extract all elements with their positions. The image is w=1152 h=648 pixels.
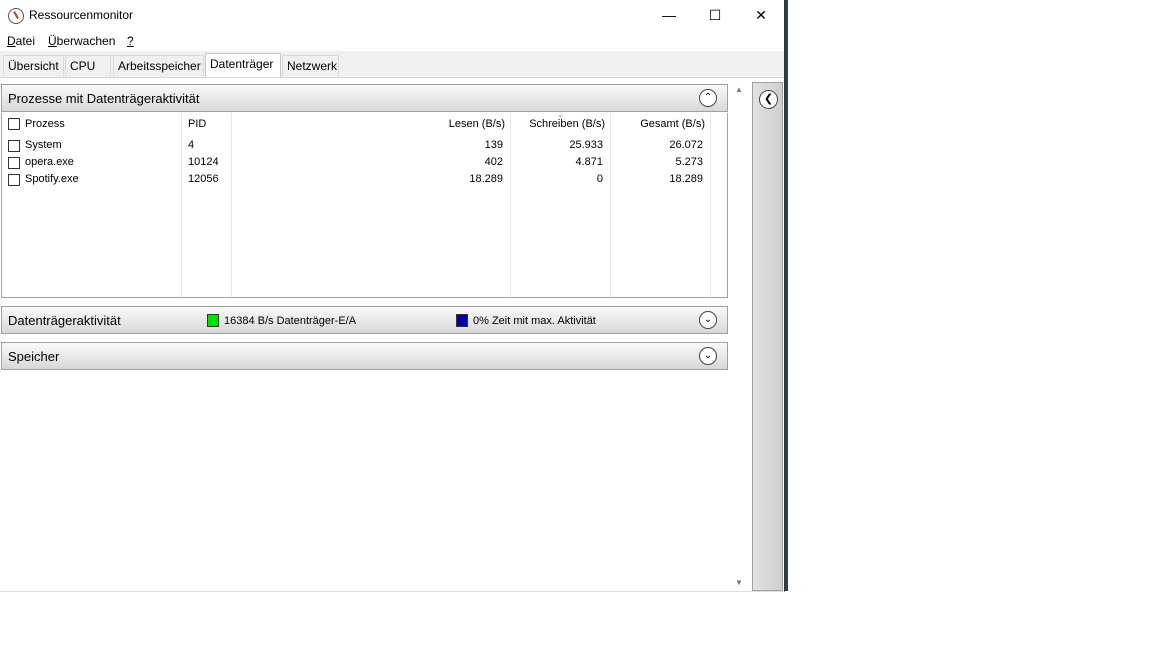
background-window-edge xyxy=(785,0,788,591)
read-value: 139 xyxy=(484,139,503,151)
maximize-button[interactable]: ☐ xyxy=(692,0,738,31)
title-bar[interactable]: Ressourcenmonitor — ☐ ✕ xyxy=(0,0,784,31)
disk-activity-section-title: Datenträgeraktivität xyxy=(8,313,121,328)
write-value: 0 xyxy=(596,173,603,185)
tab-netzwerk[interactable]: Netzwerk xyxy=(282,55,339,76)
graph-side-panel: ❮ xyxy=(752,82,783,591)
read-value: 18.289 xyxy=(469,173,503,185)
total-value: 5.273 xyxy=(675,156,703,168)
tab-cpu[interactable]: CPU xyxy=(65,55,111,76)
col-header-prozess[interactable]: Prozess xyxy=(25,118,65,130)
legend-io-text: 16384 B/s Datenträger-E/A xyxy=(224,315,357,327)
disk-activity-section-header[interactable]: Datenträgeraktivität 16384 B/s Datenträg… xyxy=(1,306,728,334)
col-header-lesen[interactable]: Lesen (B/s) xyxy=(422,118,505,130)
process-name: Spotify.exe xyxy=(25,173,79,185)
legend-max-activity-text: 0% Zeit mit max. Aktivität xyxy=(473,315,596,327)
scroll-down-icon[interactable]: ▼ xyxy=(735,578,743,587)
write-value: 25.933 xyxy=(569,139,603,151)
col-header-pid[interactable]: PID xyxy=(188,118,206,130)
column-divider xyxy=(610,113,611,297)
processes-section-title: Prozesse mit Datenträgeraktivität xyxy=(8,91,200,106)
processes-table: Prozess PID Lesen (B/s) Schreiben (B/s) … xyxy=(1,110,728,298)
tab-arbeitsspeicher[interactable]: Arbeitsspeicher xyxy=(113,55,204,76)
write-value: 4.871 xyxy=(575,156,603,168)
total-value: 26.072 xyxy=(669,139,703,151)
resource-monitor-window: Ressourcenmonitor — ☐ ✕ Datei Überwachen… xyxy=(0,0,785,592)
column-divider xyxy=(231,113,232,297)
storage-section-header[interactable]: Speicher ⌄ xyxy=(1,342,728,370)
column-divider xyxy=(181,113,182,297)
col-header-gesamt[interactable]: Gesamt (B/s) xyxy=(612,118,705,130)
row-checkbox[interactable] xyxy=(8,174,20,186)
menu-help[interactable]: ? xyxy=(127,34,134,48)
tab-uebersicht[interactable]: Übersicht xyxy=(3,55,64,76)
chevron-left-icon[interactable]: ❮ xyxy=(759,90,778,109)
processes-section-header[interactable]: Prozesse mit Datenträgeraktivität ⌃ xyxy=(1,84,728,112)
tab-datentraeger[interactable]: Datenträger xyxy=(205,53,281,77)
select-all-checkbox[interactable] xyxy=(8,118,20,130)
menu-datei[interactable]: Datei xyxy=(7,34,35,48)
menu-bar: Datei Überwachen ? xyxy=(0,31,784,51)
window-title: Ressourcenmonitor xyxy=(29,8,134,22)
total-value: 18.289 xyxy=(669,173,703,185)
menu-ueberwachen[interactable]: Überwachen xyxy=(48,34,115,48)
legend-swatch-max-activity xyxy=(456,314,468,327)
sort-indicator-icon: ⌄ xyxy=(557,110,564,119)
storage-section-title: Speicher xyxy=(8,349,60,364)
minimize-icon: — xyxy=(662,7,676,23)
chevron-up-icon[interactable]: ⌃ xyxy=(699,89,717,107)
vertical-scrollbar[interactable]: ▲ ▼ xyxy=(732,82,747,591)
process-name: opera.exe xyxy=(25,156,74,168)
chevron-down-icon[interactable]: ⌄ xyxy=(699,347,717,365)
legend-swatch-io xyxy=(207,314,219,327)
col-header-schreiben[interactable]: Schreiben (B/s) xyxy=(512,118,605,130)
scroll-up-icon[interactable]: ▲ xyxy=(735,85,743,94)
close-button[interactable]: ✕ xyxy=(738,0,784,31)
process-pid: 12056 xyxy=(188,173,219,185)
process-name: System xyxy=(25,139,62,151)
process-pid: 4 xyxy=(188,139,195,151)
tab-strip: Übersicht CPU Arbeitsspeicher Datenträge… xyxy=(0,51,784,78)
row-checkbox[interactable] xyxy=(8,140,20,152)
maximize-icon: ☐ xyxy=(708,7,722,23)
row-checkbox[interactable] xyxy=(8,157,20,169)
read-value: 402 xyxy=(484,156,503,168)
column-divider xyxy=(510,113,511,297)
column-divider xyxy=(710,113,711,297)
close-icon: ✕ xyxy=(755,7,767,23)
resource-monitor-icon xyxy=(8,8,24,24)
minimize-button[interactable]: — xyxy=(646,0,692,31)
chevron-down-icon[interactable]: ⌄ xyxy=(699,311,717,329)
process-pid: 10124 xyxy=(188,156,219,168)
